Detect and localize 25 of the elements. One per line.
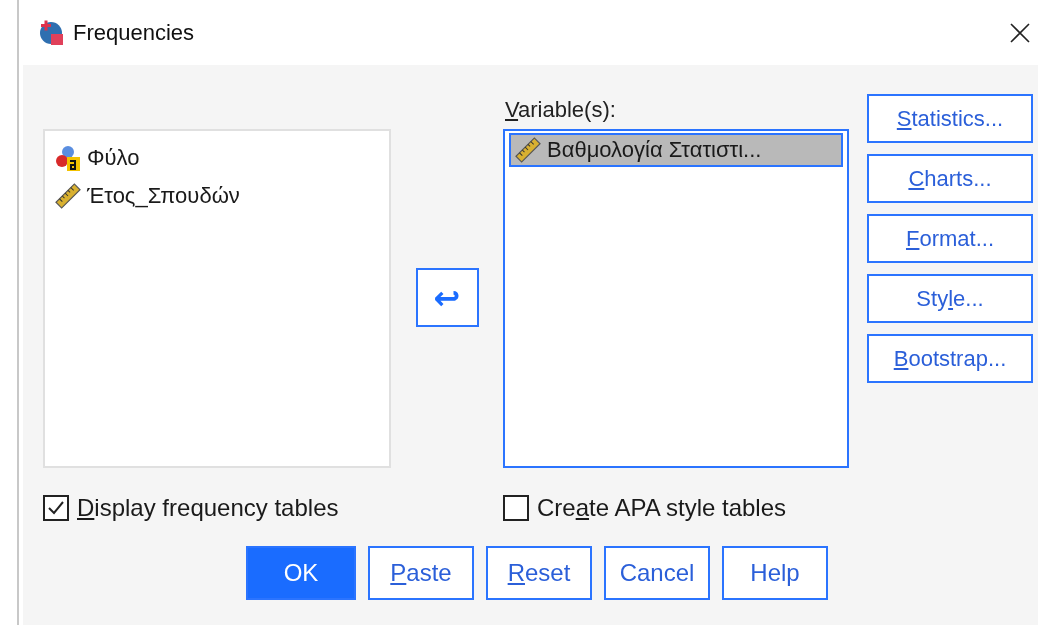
dialog-button[interactable]: Statistics... [867, 94, 1033, 143]
dialog-button[interactable]: Charts... [867, 154, 1033, 203]
app-icon [39, 19, 65, 46]
variable-item[interactable]: Βαθμολογία Στατιστι... [509, 133, 843, 167]
move-button[interactable]: ↩ [415, 268, 479, 327]
selected-variable-list[interactable]: Βαθμολογία Στατιστι... [503, 129, 849, 468]
dialog-button[interactable]: Bootstrap... [867, 334, 1033, 383]
checkbox-label[interactable]: Display frequency tables [77, 494, 339, 522]
dialog-button[interactable]: Format... [867, 214, 1033, 263]
variable-item[interactable]: Έτος_Σπουδών [49, 179, 385, 213]
dialog-button[interactable]: Cancel [604, 546, 710, 600]
dialog-button[interactable]: OK [246, 546, 356, 600]
checkbox[interactable] [503, 495, 529, 521]
checkbox[interactable] [43, 495, 69, 521]
source-variable-list[interactable]: Φύλο Έτος_Σπουδών [43, 129, 391, 468]
close-icon[interactable] [1010, 22, 1030, 43]
dialog-button[interactable]: Paste [368, 546, 474, 600]
dialog-button[interactable]: Style... [867, 274, 1033, 323]
window-title: Frequencies [73, 19, 195, 46]
checkbox-label[interactable]: Create APA style tables [537, 494, 787, 522]
dialog-button[interactable]: Help [722, 546, 828, 600]
nominal-variable-icon [55, 145, 81, 171]
dialog-button[interactable]: Reset [486, 546, 592, 600]
variables-label: Variable(s): [504, 97, 617, 124]
variable-item[interactable]: Φύλο [49, 141, 385, 175]
